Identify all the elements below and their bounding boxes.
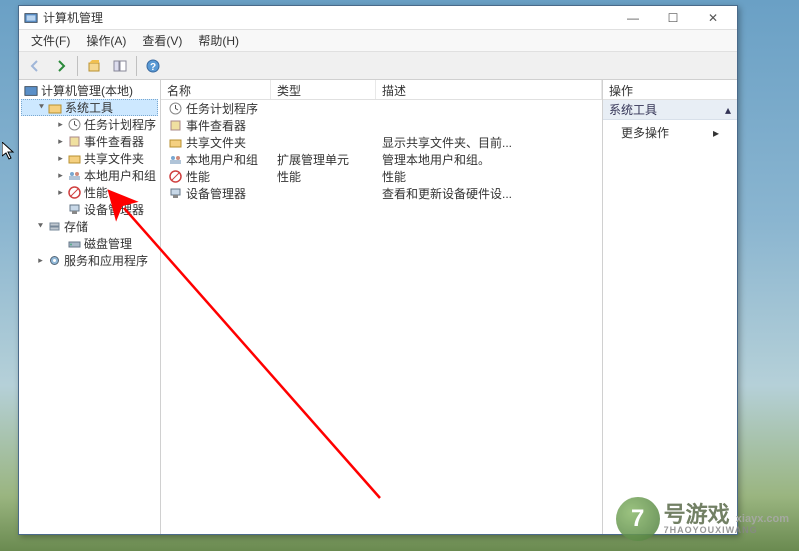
collapse-triangle-icon: ▴ <box>725 103 731 117</box>
expand-icon[interactable]: ▸ <box>35 255 46 266</box>
tree-event-viewer[interactable]: ▸ 事件查看器 <box>21 133 158 150</box>
tree-root[interactable]: 计算机管理(本地) <box>21 82 158 99</box>
list-item[interactable]: 事件查看器 <box>161 117 602 134</box>
actions-group-header[interactable]: 系统工具 ▴ <box>603 100 737 120</box>
computer-management-window: 计算机管理 — ☐ ✕ 文件(F) 操作(A) 查看(V) 帮助(H) ? <box>18 5 738 535</box>
actions-header: 操作 <box>603 80 737 100</box>
column-name[interactable]: 名称 <box>161 80 271 99</box>
expand-icon[interactable]: ▸ <box>55 170 66 181</box>
list-item[interactable]: 设备管理器 查看和更新设备硬件设... <box>161 185 602 202</box>
computer-icon <box>23 83 39 99</box>
actions-panel: 操作 系统工具 ▴ 更多操作 ▸ <box>603 80 737 534</box>
svg-text:?: ? <box>150 62 156 73</box>
chevron-right-icon: ▸ <box>713 126 719 140</box>
tree-shared-folders[interactable]: ▸ 共享文件夹 <box>21 150 158 167</box>
tree-task-scheduler[interactable]: ▸ 任务计划程序 <box>21 116 158 133</box>
list-panel: 名称 类型 描述 任务计划程序 事件查看器 共享文件夹 显示 <box>161 80 603 534</box>
tools-icon <box>47 100 63 116</box>
expand-icon[interactable]: ▸ <box>55 153 66 164</box>
window-title: 计算机管理 <box>43 9 613 26</box>
list-item[interactable]: 共享文件夹 显示共享文件夹、目前... <box>161 134 602 151</box>
list-header: 名称 类型 描述 <box>161 80 602 100</box>
users-icon <box>167 152 183 168</box>
column-type[interactable]: 类型 <box>271 80 376 99</box>
tree-device-manager[interactable]: 设备管理器 <box>21 201 158 218</box>
maximize-button[interactable]: ☐ <box>653 7 693 29</box>
list-item[interactable]: 性能 性能 性能 <box>161 168 602 185</box>
actions-more[interactable]: 更多操作 ▸ <box>603 120 737 145</box>
expand-icon[interactable]: ▸ <box>55 119 66 130</box>
back-button[interactable] <box>23 54 47 78</box>
tree-panel: 计算机管理(本地) ⯆ 系统工具 ▸ 任务计划程序 ▸ 事件查看器 ▸ 共享文件… <box>19 80 161 534</box>
tree-storage[interactable]: ⯆ 存储 <box>21 218 158 235</box>
users-icon <box>66 168 82 184</box>
folder-share-icon <box>167 135 183 151</box>
performance-icon <box>66 185 82 201</box>
close-button[interactable]: ✕ <box>693 7 733 29</box>
forward-button[interactable] <box>49 54 73 78</box>
performance-icon <box>167 169 183 185</box>
watermark-badge-icon: 7 <box>616 497 660 541</box>
list-item[interactable]: 本地用户和组 扩展管理单元 管理本地用户和组。 <box>161 151 602 168</box>
disk-icon <box>66 236 82 252</box>
folder-share-icon <box>66 151 82 167</box>
event-icon <box>167 118 183 134</box>
menubar: 文件(F) 操作(A) 查看(V) 帮助(H) <box>19 30 737 52</box>
expand-icon[interactable]: ▸ <box>55 136 66 147</box>
menu-file[interactable]: 文件(F) <box>23 30 78 51</box>
tree-services[interactable]: ▸ 服务和应用程序 <box>21 252 158 269</box>
storage-icon <box>46 219 62 235</box>
clock-icon <box>167 101 183 117</box>
menu-action[interactable]: 操作(A) <box>78 30 134 51</box>
device-icon <box>66 202 82 218</box>
toolbar: ? <box>19 52 737 80</box>
show-hide-button[interactable] <box>108 54 132 78</box>
tree-local-users[interactable]: ▸ 本地用户和组 <box>21 167 158 184</box>
collapse-icon[interactable]: ⯆ <box>35 221 46 232</box>
help-button[interactable]: ? <box>141 54 165 78</box>
services-icon <box>46 253 62 269</box>
expand-icon[interactable]: ▸ <box>55 187 66 198</box>
event-icon <box>66 134 82 150</box>
app-icon <box>23 10 39 26</box>
menu-help[interactable]: 帮助(H) <box>190 30 247 51</box>
titlebar: 计算机管理 — ☐ ✕ <box>19 6 737 30</box>
list-body: 任务计划程序 事件查看器 共享文件夹 显示共享文件夹、目前... 本地用户和组 … <box>161 100 602 534</box>
tree-system-tools[interactable]: ⯆ 系统工具 <box>21 99 158 116</box>
up-button[interactable] <box>82 54 106 78</box>
menu-view[interactable]: 查看(V) <box>134 30 190 51</box>
collapse-icon[interactable]: ⯆ <box>36 102 47 113</box>
tree-disk-management[interactable]: 磁盘管理 <box>21 235 158 252</box>
tree-performance[interactable]: ▸ 性能 <box>21 184 158 201</box>
column-desc[interactable]: 描述 <box>376 80 602 99</box>
device-icon <box>167 186 183 202</box>
list-item[interactable]: 任务计划程序 <box>161 100 602 117</box>
watermark: 7 号游戏 xiayx.com 7HAOYOUXIWANG <box>616 497 789 541</box>
minimize-button[interactable]: — <box>613 7 653 29</box>
clock-icon <box>66 117 82 133</box>
